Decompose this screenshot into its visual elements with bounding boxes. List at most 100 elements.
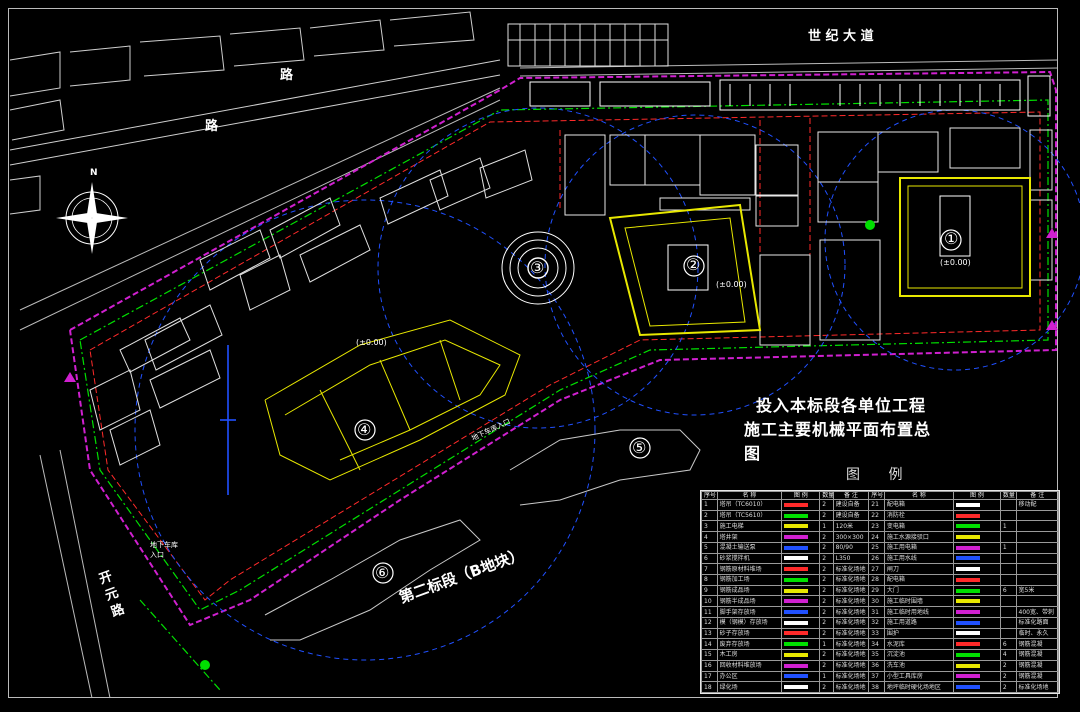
legend-symbol-icon — [956, 620, 981, 625]
legend-symbol-icon — [784, 577, 809, 582]
legend-symbol-icon — [784, 685, 809, 690]
legend-cell: 31 — [868, 606, 885, 618]
legend-cell — [999, 499, 1017, 511]
legend-row: 3 施工电梯 1 120米 23 变电箱 1 — [701, 520, 1060, 533]
legend-cell: 120米 — [832, 520, 870, 533]
legend-cell: 37 — [868, 670, 885, 683]
legend-cell — [781, 681, 821, 693]
legend-cell — [953, 659, 1001, 672]
legend-symbol-icon — [956, 567, 981, 572]
legend-symbol-icon — [784, 599, 809, 604]
legend-cell — [953, 627, 1001, 640]
legend-cell: 沉淀池 — [883, 649, 955, 661]
legend-cell — [953, 574, 1001, 586]
legend-cell: 17 — [701, 670, 718, 683]
legend-cell: 钢筋半成品场 — [716, 595, 783, 608]
legend-cell — [953, 616, 1001, 629]
legend-cell: 23 — [868, 520, 885, 533]
legend-symbol-icon — [956, 685, 981, 690]
legend-cell — [953, 638, 1001, 651]
legend-symbol-icon — [784, 535, 809, 540]
legend-row: 5 混凝土输送泵 2 80/90 25 施工用电箱 1 — [701, 541, 1060, 554]
legend-cell: 混凝土输送泵 — [716, 541, 783, 554]
legend-cell: 标准化场地 — [832, 649, 870, 661]
legend-cell — [781, 627, 821, 640]
legend-row: 9 钢筋成品场 2 标准化场地 29 大门 6 宽5米 — [701, 584, 1060, 597]
legend-cell — [999, 509, 1017, 522]
legend-row: 13 砂子存放场 2 标准化场地 33 围护 临时、永久 — [701, 627, 1060, 640]
legend-cell: 2 — [819, 606, 834, 618]
legend-cell: 2 — [819, 649, 834, 661]
legend-cell: 38 — [868, 681, 885, 693]
legend-cell: 配电箱 — [883, 499, 955, 511]
parking-row — [529, 75, 1051, 117]
legend-cell — [953, 499, 1001, 511]
legend-row: 6 砂浆搅拌机 2 L350 26 施工用水线 — [701, 552, 1060, 565]
legend-cell: 15 — [701, 649, 718, 661]
legend-symbol-icon — [956, 663, 981, 668]
legend-header: 数量 — [999, 491, 1017, 500]
legend-symbol-icon — [956, 610, 981, 615]
legend-cell: 标准化场地 — [832, 670, 870, 683]
legend-cell: 施工水源接驳口 — [883, 531, 955, 543]
legend-cell — [953, 541, 1001, 554]
legend-cell — [1015, 541, 1060, 554]
building-number-1: ① — [944, 229, 959, 248]
legend-header: 备 注 — [832, 491, 870, 500]
legend-symbol-icon — [956, 631, 981, 636]
legend-symbol-icon — [784, 567, 809, 572]
legend-cell: 25 — [868, 541, 885, 554]
legend-cell: 5 — [701, 541, 718, 554]
legend-cell — [953, 520, 1001, 533]
legend-cell — [953, 649, 1001, 661]
legend-cell: 21 — [868, 499, 885, 511]
legend-row: 15 木工房 2 标准化场地 35 沉淀池 4 钢筋混凝 — [701, 649, 1060, 661]
legend-cell — [999, 616, 1017, 629]
legend-cell: 木工房 — [716, 649, 783, 661]
legend-cell: 10 — [701, 595, 718, 608]
legend-row: 18 绿化场 2 标准化场地 38 地坪临时硬化场地区 2 标准化场地 — [701, 681, 1060, 693]
legend-cell: 1 — [999, 541, 1017, 554]
legend-cell: 9 — [701, 584, 718, 597]
legend-symbol-icon — [956, 513, 981, 518]
legend-title: 图 例 — [846, 467, 915, 483]
legend-cell: 标准化场地 — [832, 616, 870, 629]
building-number-6: ⑥ — [375, 563, 390, 582]
legend-cell: 2 — [819, 616, 834, 629]
legend-cell: 6 — [999, 638, 1017, 651]
legend-cell: 1 — [819, 670, 834, 683]
legend-cell: 22 — [868, 509, 885, 522]
legend-cell: 7 — [701, 563, 718, 576]
building-number-3: ③ — [530, 258, 545, 277]
legend-symbol-icon — [784, 652, 809, 657]
surrounding-buildings — [9, 11, 501, 215]
legend-cell: 大门 — [883, 584, 955, 597]
legend-cell — [781, 670, 821, 683]
legend-header: 名 称 — [883, 491, 955, 500]
legend-cell: 6 — [701, 552, 718, 565]
legend-cell: 2 — [819, 563, 834, 576]
legend-cell — [999, 552, 1017, 565]
legend-row: 17 办公区 1 标准化场地 37 小型工具库房 2 钢筋混凝 — [701, 670, 1060, 683]
legend-cell: 11 — [701, 606, 718, 618]
legend-cell — [781, 531, 821, 543]
legend-cell: 标准化场地 — [832, 574, 870, 586]
road-label-top: 路 — [205, 119, 219, 134]
legend-symbol-icon — [956, 545, 981, 550]
legend-cell: 标准化场地 — [832, 595, 870, 608]
legend-cell: 废弃存放场 — [716, 638, 783, 651]
legend-symbol-icon — [784, 524, 809, 529]
legend-cell: 2 — [819, 681, 834, 693]
legend-cell: 1 — [819, 520, 834, 533]
legend-cell — [781, 520, 821, 533]
top-facilities — [564, 127, 1053, 346]
legend-cell: 2 — [819, 499, 834, 511]
legend-cell: 29 — [868, 584, 885, 597]
legend-symbol-icon — [956, 502, 981, 507]
legend-cell — [1015, 563, 1060, 576]
legend-symbol-icon — [956, 599, 981, 604]
legend-symbol-icon — [956, 577, 981, 582]
legend-cell: 钢筋原材料堆场 — [716, 563, 783, 576]
legend-cell — [999, 627, 1017, 640]
legend-cell — [781, 606, 821, 618]
